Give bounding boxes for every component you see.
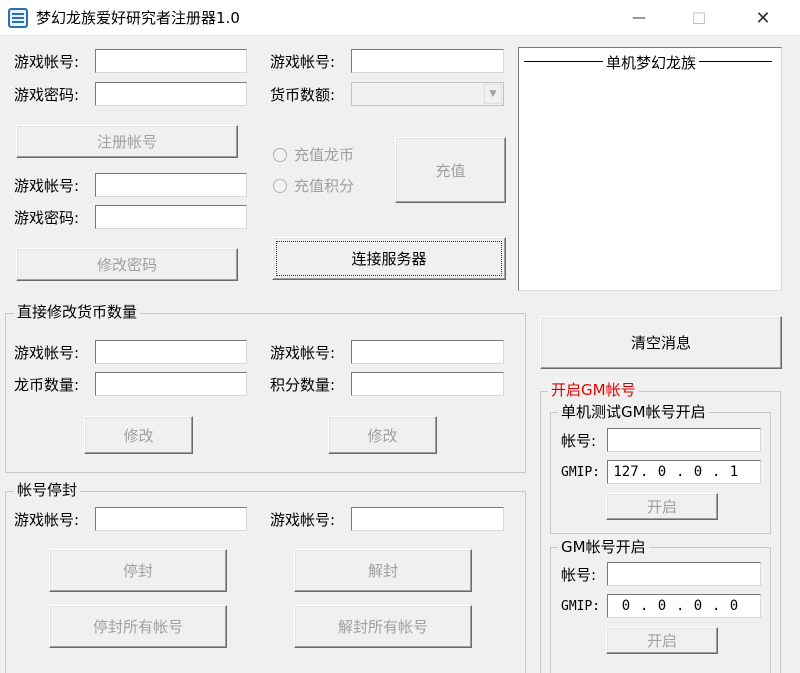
currency-amount-select[interactable]: ▼ — [351, 82, 504, 106]
remote-gmip-input[interactable]: 0. 0. 0. 0 — [607, 594, 761, 618]
change-password-button[interactable]: 修改密码 — [16, 248, 238, 281]
radio-dragon-coin-label: 充值龙币 — [294, 146, 355, 164]
remote-gm-group-title: GM帐号开启 — [558, 537, 649, 557]
app-icon — [8, 8, 28, 28]
remote-gmip-label: GMIP: — [561, 599, 601, 614]
dragon-coin-amount-input[interactable] — [95, 372, 247, 396]
change-pw-password-input[interactable] — [95, 205, 247, 229]
points-amount-label: 积分数量: — [270, 376, 336, 394]
register-account-label: 游戏帐号: — [14, 53, 80, 71]
change-pw-account-input[interactable] — [95, 173, 247, 197]
modify-dragon-coin-button[interactable]: 修改 — [84, 416, 193, 454]
register-account-button[interactable]: 注册帐号 — [16, 125, 238, 158]
window-title: 梦幻龙族爱好研究者注册器1.0 — [36, 9, 240, 27]
direct-modify-account-input-right[interactable] — [351, 340, 504, 364]
ban-account-label-right: 游戏帐号: — [270, 511, 336, 529]
points-amount-input[interactable] — [351, 372, 504, 396]
connect-server-button[interactable]: 连接服务器 — [272, 237, 506, 280]
gm-account-group-title: 开启GM帐号 — [548, 380, 639, 400]
direct-modify-account-label-left: 游戏帐号: — [14, 344, 80, 362]
title-bar: 梦幻龙族爱好研究者注册器1.0 — ☐ ✕ — [0, 0, 800, 36]
radio-circle-icon — [273, 148, 287, 162]
message-header: 单机梦幻龙族 — [602, 54, 699, 72]
ban-all-button[interactable]: 停封所有帐号 — [49, 605, 227, 648]
unban-all-button[interactable]: 解封所有帐号 — [294, 605, 472, 648]
remote-gm-account-input[interactable] — [607, 562, 761, 586]
maximize-button[interactable]: ☐ — [676, 0, 722, 36]
recharge-account-input[interactable] — [351, 49, 504, 73]
minimize-button[interactable]: — — [616, 0, 662, 36]
direct-modify-account-label-right: 游戏帐号: — [270, 344, 336, 362]
register-password-label: 游戏密码: — [14, 86, 80, 104]
ban-account-input-left[interactable] — [95, 507, 247, 531]
direct-modify-group-title: 直接修改货币数量 — [14, 302, 141, 322]
remote-gm-account-label: 帐号: — [561, 566, 597, 584]
message-box[interactable]: 单机梦幻龙族 — [518, 47, 782, 291]
direct-modify-account-input-left[interactable] — [95, 340, 247, 364]
unban-button[interactable]: 解封 — [294, 549, 472, 592]
dropdown-arrow-icon[interactable]: ▼ — [484, 84, 502, 104]
change-pw-password-label: 游戏密码: — [14, 209, 80, 227]
account-ban-group-title: 帐号停封 — [14, 480, 81, 500]
radio-circle-icon — [273, 179, 287, 193]
local-gmip-label: GMIP: — [561, 465, 601, 480]
local-gm-group-title: 单机测试GM帐号开启 — [558, 402, 709, 422]
local-gm-open-button[interactable]: 开启 — [606, 493, 718, 520]
currency-amount-label: 货币数额: — [270, 86, 336, 104]
radio-points[interactable]: 充值积分 — [273, 175, 354, 197]
modify-points-button[interactable]: 修改 — [328, 416, 437, 454]
clear-messages-button[interactable]: 清空消息 — [540, 316, 782, 369]
radio-dragon-coin[interactable]: 充值龙币 — [273, 144, 354, 166]
ban-account-input-right[interactable] — [351, 507, 504, 531]
register-password-input[interactable] — [95, 82, 247, 106]
recharge-button[interactable]: 充值 — [395, 137, 506, 203]
close-button[interactable]: ✕ — [740, 0, 786, 36]
ban-account-label-left: 游戏帐号: — [14, 511, 80, 529]
ban-button[interactable]: 停封 — [49, 549, 227, 592]
local-gmip-input[interactable]: 127. 0. 0. 1 — [607, 460, 761, 484]
dragon-coin-amount-label: 龙币数量: — [14, 376, 80, 394]
change-pw-account-label: 游戏帐号: — [14, 177, 80, 195]
local-gm-account-input[interactable] — [607, 428, 761, 452]
remote-gm-open-button[interactable]: 开启 — [606, 627, 718, 654]
register-account-input[interactable] — [95, 49, 247, 73]
local-gm-account-label: 帐号: — [561, 432, 597, 450]
recharge-account-label: 游戏帐号: — [270, 53, 336, 71]
radio-points-label: 充值积分 — [294, 177, 355, 195]
